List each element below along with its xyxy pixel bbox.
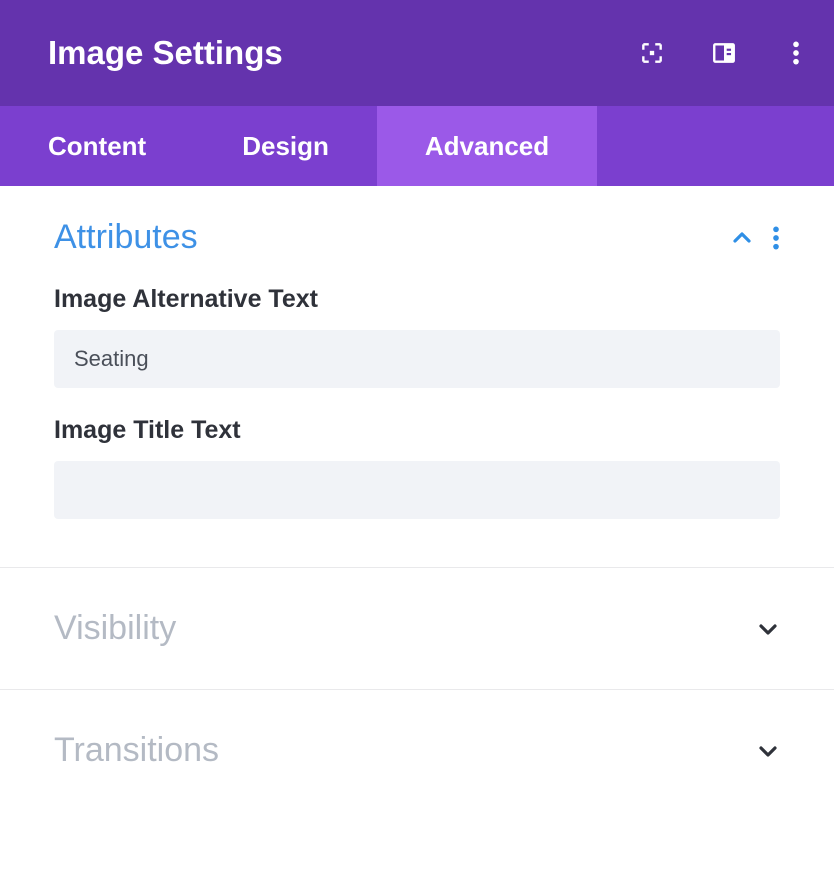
modal-header: Image Settings [0,0,834,106]
chevron-down-icon [756,739,780,763]
section-attributes: Attributes Image Alternative Text Image … [0,186,834,567]
sidebar-toggle-icon[interactable] [704,33,744,73]
section-transitions-title: Transitions [54,731,219,770]
expand-icon[interactable] [632,33,672,73]
section-more-icon[interactable] [772,225,780,251]
section-visibility-title: Visibility [54,609,176,648]
section-transitions[interactable]: Transitions [0,689,834,811]
title-text-input[interactable] [54,461,780,519]
section-attributes-controls [730,225,780,251]
section-visibility[interactable]: Visibility [0,567,834,689]
more-options-icon[interactable] [776,33,816,73]
title-text-label: Image Title Text [54,416,780,445]
chevron-up-icon[interactable] [730,226,754,250]
section-attributes-header[interactable]: Attributes [54,218,780,257]
section-attributes-title: Attributes [54,218,198,257]
header-actions [632,33,816,73]
tabs: Content Design Advanced [0,106,834,186]
tab-advanced[interactable]: Advanced [377,106,597,186]
tab-content[interactable]: Content [0,106,194,186]
modal-title: Image Settings [48,34,283,72]
alt-text-label: Image Alternative Text [54,285,780,314]
alt-text-input[interactable] [54,330,780,388]
chevron-down-icon [756,617,780,641]
tab-design[interactable]: Design [194,106,377,186]
